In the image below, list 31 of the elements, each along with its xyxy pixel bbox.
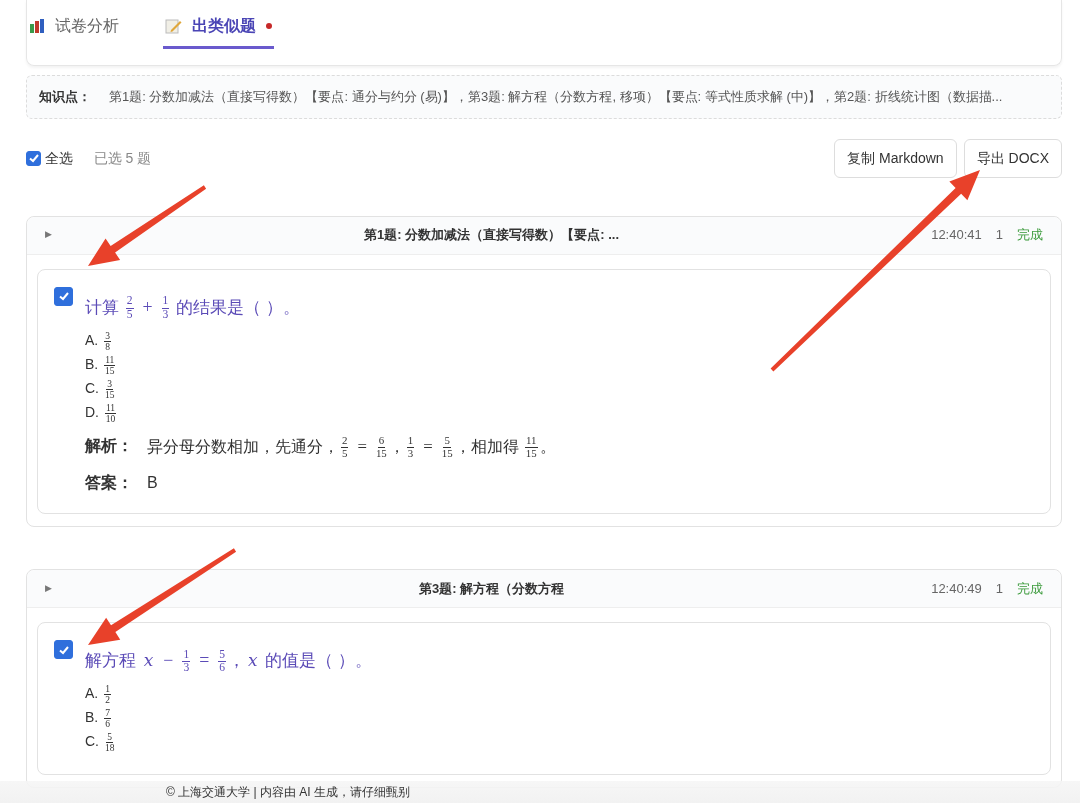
answer-text: B (147, 473, 158, 494)
action-button[interactable]: 复制 Markdown (834, 138, 957, 178)
memo-icon (165, 18, 182, 34)
status-text: 完成 (1017, 579, 1043, 598)
action-button[interactable]: 导出 DOCX (963, 138, 1062, 178)
checkbox[interactable] (54, 640, 73, 660)
count: 1 (995, 579, 1003, 598)
bar-chart-icon (29, 18, 45, 34)
expand-toggle[interactable]: ▶ (45, 228, 52, 242)
timestamp: 12:40:49 (931, 579, 982, 598)
status-text: 完成 (1017, 226, 1043, 245)
count: 1 (995, 226, 1003, 245)
question-title: 第3题: 解方程（分数方程 (417, 579, 566, 598)
checkmark-icon (57, 290, 70, 302)
timestamp: 12:40:41 (931, 226, 982, 245)
select-all-label[interactable]: 全选 (44, 147, 73, 169)
checkbox[interactable] (26, 150, 41, 166)
knowledge-label: 知识点： (39, 88, 91, 106)
knowledge-text: 第1题: 分数加减法（直接写得数）【要点: 通分与约分 (易)】，第3题: 解方程（分数方程, 移项）【要点: 等式性质求解 (中)】，第2题: 折线统计图（数据描... (109, 88, 1003, 106)
tab[interactable]: 试卷分析 (27, 10, 121, 49)
answer-label: 答案： (85, 473, 133, 494)
analysis-label: 解析： (85, 436, 133, 457)
tab[interactable]: 出类似题 (163, 10, 274, 49)
question-header[interactable]: ▶ 第1题: 分数加减法（直接写得数）【要点: ... 12:40:41 1 完成 (27, 216, 1061, 255)
selected-count: 已选 5 题 (93, 148, 152, 168)
expand-toggle[interactable]: ▶ (45, 581, 52, 596)
question-header[interactable]: ▶ 第3题: 解方程（分数方程 12:40:49 1 完成 (27, 570, 1061, 609)
checkmark-icon (27, 152, 40, 164)
footer-text: © 上海交通大学 | 内容由 AI 生成，请仔细甄别 (0, 781, 1080, 803)
question-title: 第1题: 分数加减法（直接写得数）【要点: ... (363, 226, 620, 245)
checkbox[interactable] (54, 286, 73, 306)
